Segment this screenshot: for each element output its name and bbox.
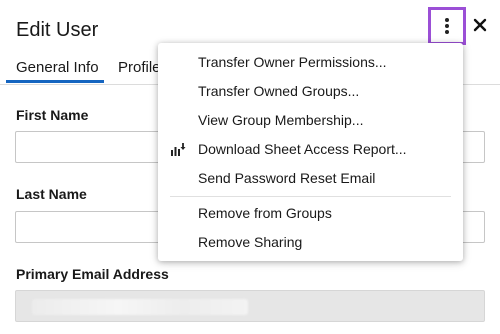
active-tab-indicator: [6, 80, 104, 83]
dialog-title: Edit User: [16, 19, 99, 41]
redacted-email-value: [32, 299, 248, 315]
more-actions-button[interactable]: [428, 7, 466, 45]
more-actions-menu: Transfer Owner Permissions... Transfer O…: [158, 43, 463, 261]
menu-item-label: Download Sheet Access Report...: [198, 141, 407, 157]
tab-profile[interactable]: Profile: [118, 58, 161, 78]
primary-email-field: [15, 290, 485, 322]
menu-item-download-sheet-access-report[interactable]: Download Sheet Access Report...: [158, 135, 463, 163]
primary-email-label: Primary Email Address: [16, 266, 169, 282]
menu-item-label: Transfer Owner Permissions...: [198, 54, 387, 70]
menu-item-label: Transfer Owned Groups...: [198, 83, 360, 99]
menu-divider: [170, 196, 451, 197]
menu-item-send-password-reset-email[interactable]: Send Password Reset Email: [158, 164, 463, 192]
menu-item-remove-from-groups[interactable]: Remove from Groups: [158, 199, 463, 227]
tab-general-info[interactable]: General Info: [16, 58, 99, 78]
menu-item-view-group-membership[interactable]: View Group Membership...: [158, 106, 463, 134]
close-x-icon: [473, 18, 487, 32]
last-name-label: Last Name: [16, 186, 87, 202]
menu-item-label: View Group Membership...: [198, 112, 364, 128]
menu-item-label: Remove from Groups: [198, 205, 332, 221]
menu-item-remove-sharing[interactable]: Remove Sharing: [158, 228, 463, 256]
menu-item-label: Send Password Reset Email: [198, 170, 376, 186]
close-button[interactable]: [472, 17, 488, 33]
first-name-label: First Name: [16, 107, 89, 123]
vertical-ellipsis-icon: [445, 18, 449, 34]
menu-item-label: Remove Sharing: [198, 234, 303, 250]
menu-item-transfer-owned-groups[interactable]: Transfer Owned Groups...: [158, 77, 463, 105]
menu-item-transfer-owner-permissions[interactable]: Transfer Owner Permissions...: [158, 48, 463, 76]
download-report-icon: [171, 143, 186, 156]
